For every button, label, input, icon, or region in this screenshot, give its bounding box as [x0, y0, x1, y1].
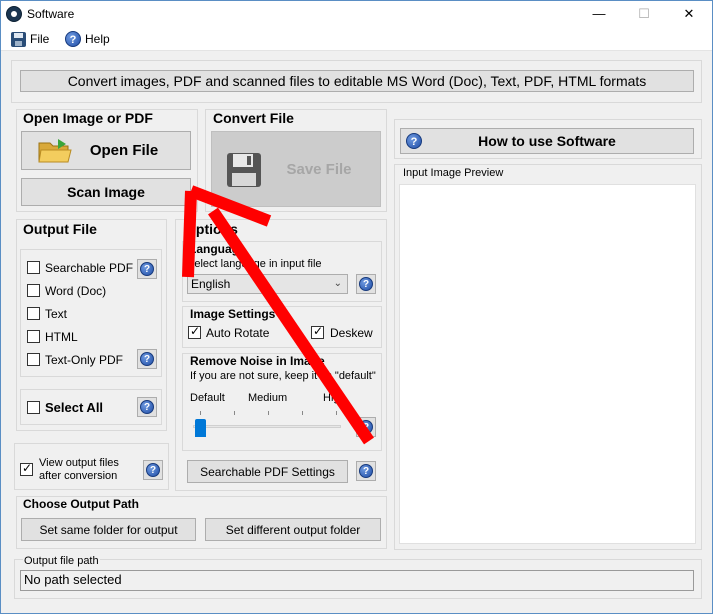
- arrow-head-left: [182, 190, 197, 278]
- arrow-head-right: [188, 185, 272, 227]
- red-arrow-annotation: [182, 185, 374, 445]
- arrow-shaft: [208, 207, 374, 445]
- app-window: Software — ☐ ✕ File ? Help Convert image…: [0, 0, 713, 614]
